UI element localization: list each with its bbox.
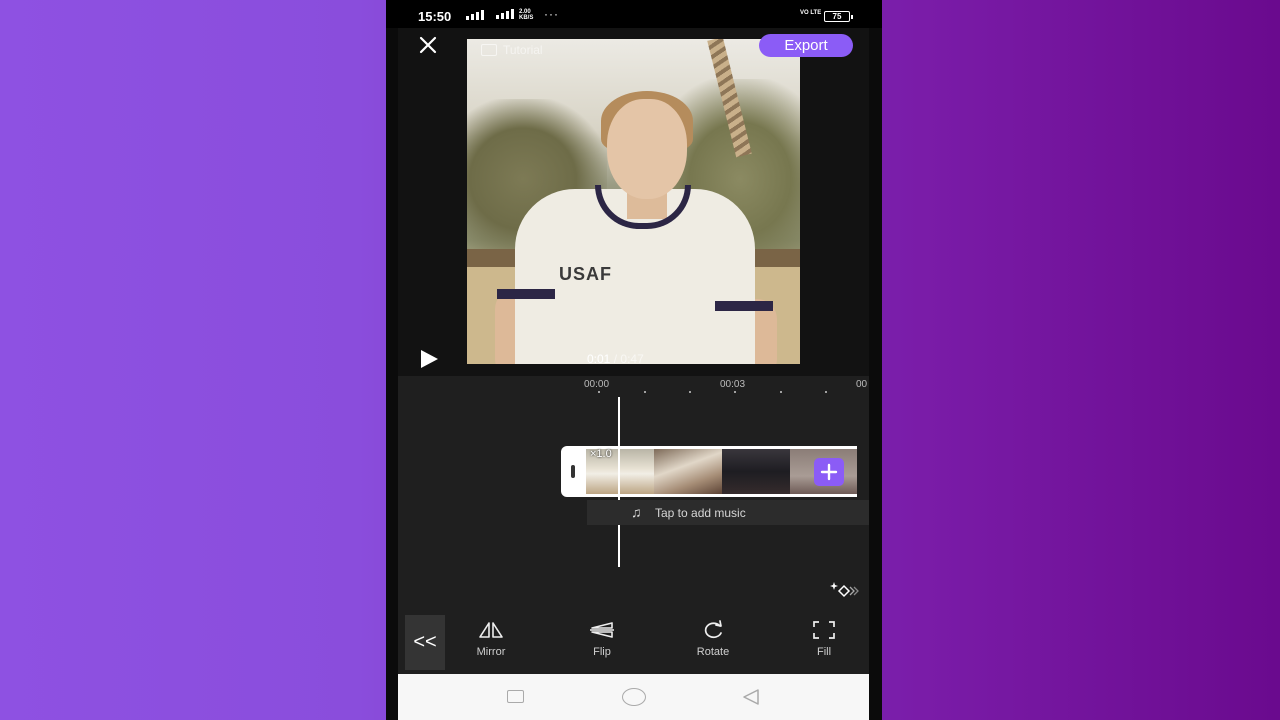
back-icon[interactable] — [741, 688, 761, 706]
video-editor: USAF Tutorial 0:01 / 0:47 Export 00:00 0… — [398, 28, 869, 612]
face — [607, 99, 687, 199]
bottom-toolbar: << Mirror Flip Rotate Fill — [398, 612, 869, 674]
network-speed-unit: KB/S — [519, 15, 534, 21]
system-nav-bar — [398, 674, 869, 720]
rotate-icon — [704, 620, 722, 639]
status-time: 15:50 — [418, 9, 452, 24]
tutorial-icon — [481, 44, 497, 56]
status-bar: 15:50 2.00 KB/S ··· VO LTE 75 — [386, 0, 882, 28]
sleeve-trim — [497, 289, 555, 299]
playhead[interactable] — [618, 397, 620, 567]
sleeve-trim — [715, 301, 773, 311]
tutorial-label: Tutorial — [503, 43, 543, 57]
add-clip-button[interactable] — [814, 458, 844, 486]
flip-label: Flip — [593, 646, 611, 658]
add-music-track[interactable]: ♫ Tap to add music — [587, 500, 869, 525]
play-icon — [421, 350, 438, 368]
export-button[interactable]: Export — [759, 34, 853, 57]
tick-dot — [644, 391, 646, 393]
home-icon[interactable] — [622, 688, 646, 706]
fill-icon — [813, 621, 835, 639]
signal-icon — [466, 10, 484, 20]
rotate-label: Rotate — [696, 646, 730, 658]
battery-icon: 75 — [824, 11, 853, 22]
video-clip[interactable]: ×1.0 — [561, 446, 857, 497]
close-icon — [419, 36, 437, 54]
tick-dot — [825, 391, 827, 393]
preview-area: USAF Tutorial 0:01 / 0:47 Export — [398, 28, 869, 376]
tick-label: 00 — [856, 379, 868, 390]
mirror-icon — [479, 622, 503, 638]
network-speed: 2.00 KB/S — [519, 9, 533, 21]
clip-thumbnail — [654, 449, 722, 494]
rotate-button[interactable]: Rotate — [678, 620, 748, 668]
tick-label: 00:00 — [584, 379, 610, 390]
timeline-ruler[interactable]: 00:00 00:03 00 — [398, 376, 869, 398]
fill-label: Fill — [816, 646, 832, 658]
collapse-toolbar-button[interactable]: << — [405, 615, 445, 670]
close-button[interactable] — [416, 33, 440, 57]
mirror-button[interactable]: Mirror — [456, 620, 526, 668]
video-preview[interactable]: USAF Tutorial 0:01 / 0:47 — [467, 39, 800, 364]
time-separator: / — [613, 352, 618, 364]
tick-dot — [780, 391, 782, 393]
more-notifications-icon: ··· — [544, 7, 559, 21]
clip-thumbnail — [722, 449, 790, 494]
music-note-icon: ♫ — [631, 504, 642, 520]
plus-icon — [820, 463, 838, 481]
add-music-label: Tap to add music — [655, 506, 746, 520]
flip-button[interactable]: Flip — [567, 620, 637, 668]
phone-frame: 15:50 2.00 KB/S ··· VO LTE 75 USAF Tutor… — [386, 0, 882, 720]
tick-dot — [734, 391, 736, 393]
flip-icon — [590, 622, 614, 638]
current-time: 0:01 — [587, 352, 611, 364]
signal-icon-2 — [496, 9, 514, 19]
tutorial-link[interactable]: Tutorial — [481, 43, 543, 57]
clip-trim-handle[interactable] — [571, 465, 575, 478]
tick-dot — [598, 391, 600, 393]
mirror-label: Mirror — [476, 646, 506, 658]
recent-apps-icon[interactable] — [507, 690, 524, 703]
total-time: 0:47 — [620, 352, 644, 364]
speed-badge: ×1.0 — [590, 448, 612, 460]
timecode: 0:01 / 0:47 — [587, 352, 644, 364]
fill-button[interactable]: Fill — [789, 620, 859, 668]
volte-label: VO LTE — [800, 10, 822, 16]
play-button[interactable] — [418, 348, 440, 370]
tick-dot — [689, 391, 691, 393]
shirt-print: USAF — [559, 264, 612, 284]
keyframe-magic-icon[interactable] — [830, 580, 862, 598]
tick-label: 00:03 — [720, 379, 746, 390]
